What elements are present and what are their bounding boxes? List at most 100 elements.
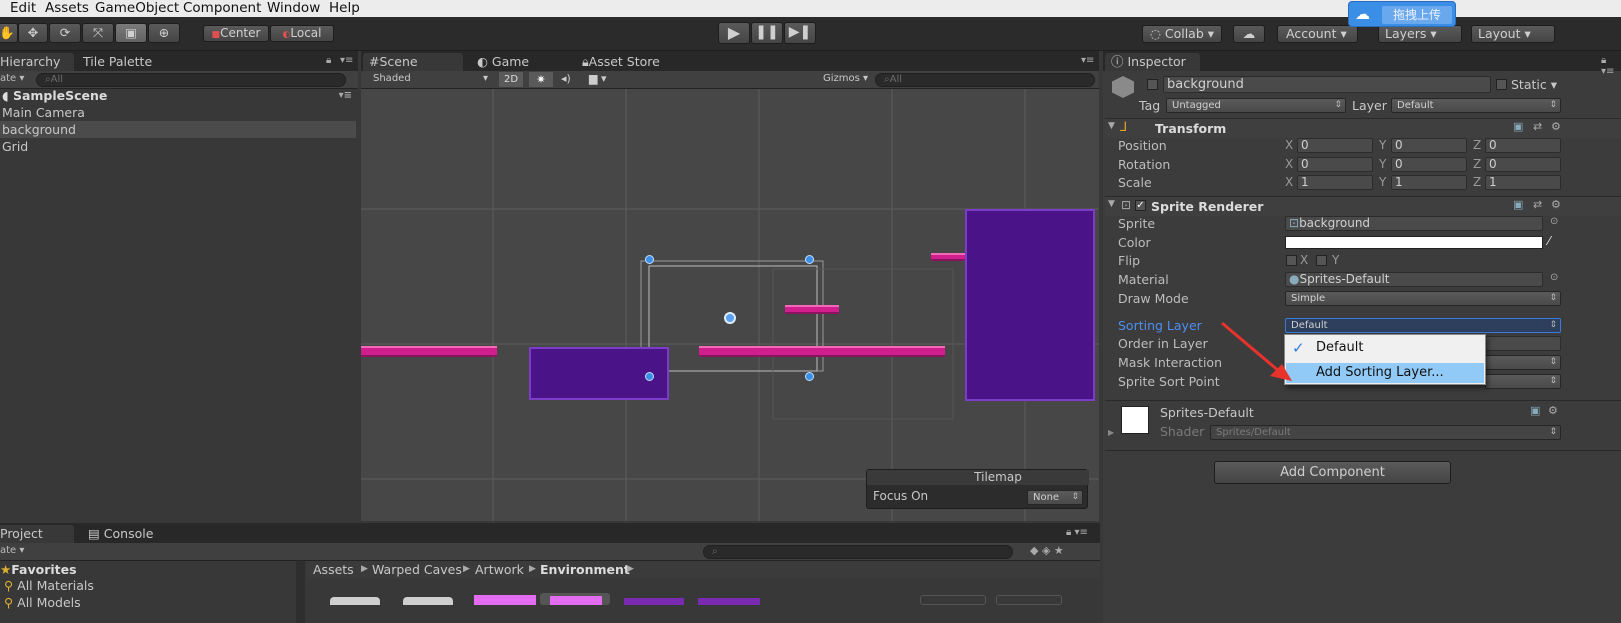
help-icon[interactable]: ▣ bbox=[1513, 198, 1523, 211]
sprite-sort-point-dropdown[interactable] bbox=[1485, 374, 1561, 389]
collab-button[interactable]: ◌ Collab ▾ bbox=[1142, 25, 1222, 43]
shader-dropdown[interactable]: Sprites/Default bbox=[1210, 425, 1561, 440]
pivot-local-button[interactable]: ◐Local bbox=[270, 25, 334, 42]
object-picker-icon[interactable]: ⊙ bbox=[1550, 216, 1558, 227]
play-button[interactable]: ▶ bbox=[718, 22, 750, 44]
rotation-z[interactable]: 0 bbox=[1485, 157, 1561, 172]
asset-thumb-folder-1[interactable] bbox=[330, 597, 380, 605]
static-checkbox[interactable] bbox=[1496, 79, 1507, 90]
menu-gameobject[interactable]: GameObject bbox=[95, 0, 179, 16]
scene-menu-icon[interactable]: ▾≡ bbox=[339, 87, 352, 104]
filter-icons[interactable]: ◆ ◈ ★ bbox=[1030, 544, 1064, 557]
rect-handle-tl[interactable] bbox=[645, 255, 654, 264]
position-x[interactable]: 0 bbox=[1297, 138, 1373, 153]
menu-window[interactable]: Window bbox=[267, 0, 320, 16]
add-component-button[interactable]: Add Component bbox=[1214, 461, 1451, 484]
flip-x-checkbox[interactable] bbox=[1286, 255, 1297, 266]
option-add-sorting-layer[interactable]: Add Sorting Layer... bbox=[1286, 363, 1484, 383]
breadcrumb-artwork[interactable]: Artwork bbox=[475, 561, 524, 578]
breadcrumb-assets[interactable]: Assets bbox=[313, 561, 354, 578]
tab-inspector[interactable]: ⓘ Inspector bbox=[1105, 53, 1200, 71]
layers-button[interactable]: Layers ▾ bbox=[1378, 25, 1462, 43]
tab-project[interactable]: Project bbox=[0, 525, 74, 543]
rect-handle-bl[interactable] bbox=[645, 372, 654, 381]
preset-icon[interactable]: ⇄ bbox=[1533, 198, 1542, 211]
active-checkbox[interactable] bbox=[1147, 79, 1158, 90]
project-search[interactable]: ⌕ bbox=[703, 545, 1013, 559]
layer-dropdown[interactable]: Default bbox=[1391, 98, 1561, 113]
asset-thumb-folder-2[interactable] bbox=[403, 597, 453, 605]
object-picker-icon[interactable]: ⊙ bbox=[1550, 272, 1558, 283]
eyedropper-icon[interactable]: ⁄ bbox=[1548, 234, 1550, 248]
asset-thumb-1[interactable] bbox=[474, 595, 536, 605]
asset-thumb-6[interactable] bbox=[996, 595, 1062, 605]
effects-toggle[interactable]: ▆ ▾ bbox=[589, 72, 607, 85]
rect-handle-br[interactable] bbox=[805, 372, 814, 381]
scene-search[interactable]: ⌕All bbox=[875, 73, 1095, 87]
tab-scene[interactable]: #Scene bbox=[363, 53, 463, 71]
order-in-layer-field[interactable] bbox=[1485, 336, 1561, 351]
transform-tool-button[interactable]: ⊕ bbox=[148, 23, 180, 43]
help-icon[interactable]: ▣ bbox=[1513, 120, 1523, 133]
rotate-tool-button[interactable]: ⟳ bbox=[49, 23, 81, 43]
menu-edit[interactable]: Edit bbox=[10, 0, 36, 16]
move-tool-button[interactable]: ✥ bbox=[18, 23, 48, 43]
position-z[interactable]: 0 bbox=[1485, 138, 1561, 153]
rect-handle-tr[interactable] bbox=[805, 255, 814, 264]
sprite-field[interactable]: ⊡background bbox=[1285, 216, 1543, 231]
scene-root[interactable]: ◖ SampleScene ▾≡ bbox=[0, 87, 356, 104]
scale-z[interactable]: 1 bbox=[1485, 175, 1561, 190]
scene-viewport[interactable]: Tilemap Focus On None bbox=[361, 89, 1099, 521]
pivot-center-button[interactable]: ■Center bbox=[203, 25, 269, 42]
asset-thumb-4[interactable] bbox=[698, 598, 760, 605]
breadcrumb-warped-caves[interactable]: Warped Caves bbox=[372, 561, 462, 578]
layout-button[interactable]: Layout ▾ bbox=[1471, 25, 1555, 43]
account-button[interactable]: Account ▾ bbox=[1277, 25, 1358, 43]
preset-icon[interactable]: ⇄ bbox=[1533, 120, 1542, 133]
scale-x[interactable]: 1 bbox=[1297, 175, 1373, 190]
upload-overlay[interactable]: ☁ 拖拽上传 bbox=[1348, 1, 1456, 27]
settings-gear-icon[interactable]: ⚙ bbox=[1551, 198, 1561, 211]
menu-component[interactable]: Component bbox=[183, 0, 261, 16]
mask-interaction-dropdown[interactable] bbox=[1485, 355, 1561, 370]
project-menu-icon[interactable]: 🔒︎ ▾≡ bbox=[1066, 527, 1088, 538]
sorting-layer-dropdown[interactable]: Default bbox=[1285, 318, 1561, 333]
asset-thumb-5[interactable] bbox=[920, 595, 986, 605]
enabled-checkbox[interactable]: ✓ bbox=[1135, 200, 1146, 211]
scale-y[interactable]: 1 bbox=[1391, 175, 1467, 190]
rotation-y[interactable]: 0 bbox=[1391, 157, 1467, 172]
step-button[interactable]: ▶❚ bbox=[784, 22, 816, 44]
tab-tile-palette[interactable]: Tile Palette bbox=[77, 53, 167, 71]
settings-gear-icon[interactable]: ⚙ bbox=[1551, 120, 1561, 133]
position-y[interactable]: 0 bbox=[1391, 138, 1467, 153]
rotation-x[interactable]: 0 bbox=[1297, 157, 1373, 172]
sprite-renderer-header[interactable]: ▼ ⊡ ✓ Sprite Renderer ▣ ⇄ ⚙ bbox=[1105, 196, 1621, 216]
menu-help[interactable]: Help bbox=[329, 0, 360, 16]
hierarchy-item-background[interactable]: background bbox=[0, 121, 356, 138]
shading-dropdown[interactable]: Shaded ▾ bbox=[373, 73, 493, 84]
tab-console[interactable]: ▤ Console bbox=[82, 525, 172, 543]
create-dropdown[interactable]: ate ▾ bbox=[0, 73, 24, 84]
option-default[interactable]: ✓ Default bbox=[1286, 338, 1484, 358]
hierarchy-item-main-camera[interactable]: Main Camera bbox=[0, 104, 356, 121]
tag-dropdown[interactable]: Untagged bbox=[1166, 98, 1346, 113]
gizmos-dropdown[interactable]: Gizmos ▾ bbox=[823, 73, 868, 84]
project-create-dropdown[interactable]: ate ▾ bbox=[0, 545, 24, 556]
rect-tool-button[interactable]: ▣ bbox=[115, 23, 147, 43]
transform-header[interactable]: ▼ ⅃ Transform ▣ ⇄ ⚙ bbox=[1105, 118, 1621, 138]
draw-mode-dropdown[interactable]: Simple bbox=[1285, 291, 1561, 306]
favorites-header[interactable]: ★Favorites bbox=[0, 562, 77, 577]
color-swatch[interactable] bbox=[1285, 236, 1543, 249]
tab-asset-store[interactable]: 🔒︎Asset Store bbox=[576, 53, 686, 71]
scene-menu-icon[interactable]: ▾≡ bbox=[1081, 55, 1094, 66]
flip-y-checkbox[interactable] bbox=[1316, 255, 1327, 266]
object-name-field[interactable]: background bbox=[1163, 76, 1491, 93]
hand-tool-button[interactable]: ✋ bbox=[0, 23, 18, 43]
cloud-button[interactable]: ☁ bbox=[1233, 25, 1265, 43]
asset-thumb-2[interactable] bbox=[540, 593, 610, 605]
pause-button[interactable]: ❚❚ bbox=[751, 22, 783, 44]
inspector-menu-icon[interactable]: 🔒︎ ▾≡ bbox=[1601, 55, 1621, 77]
static-label[interactable]: Static ▾ bbox=[1511, 77, 1557, 92]
asset-thumb-3[interactable] bbox=[624, 598, 684, 605]
fav-all-models[interactable]: ⚲ All Models bbox=[4, 595, 81, 610]
